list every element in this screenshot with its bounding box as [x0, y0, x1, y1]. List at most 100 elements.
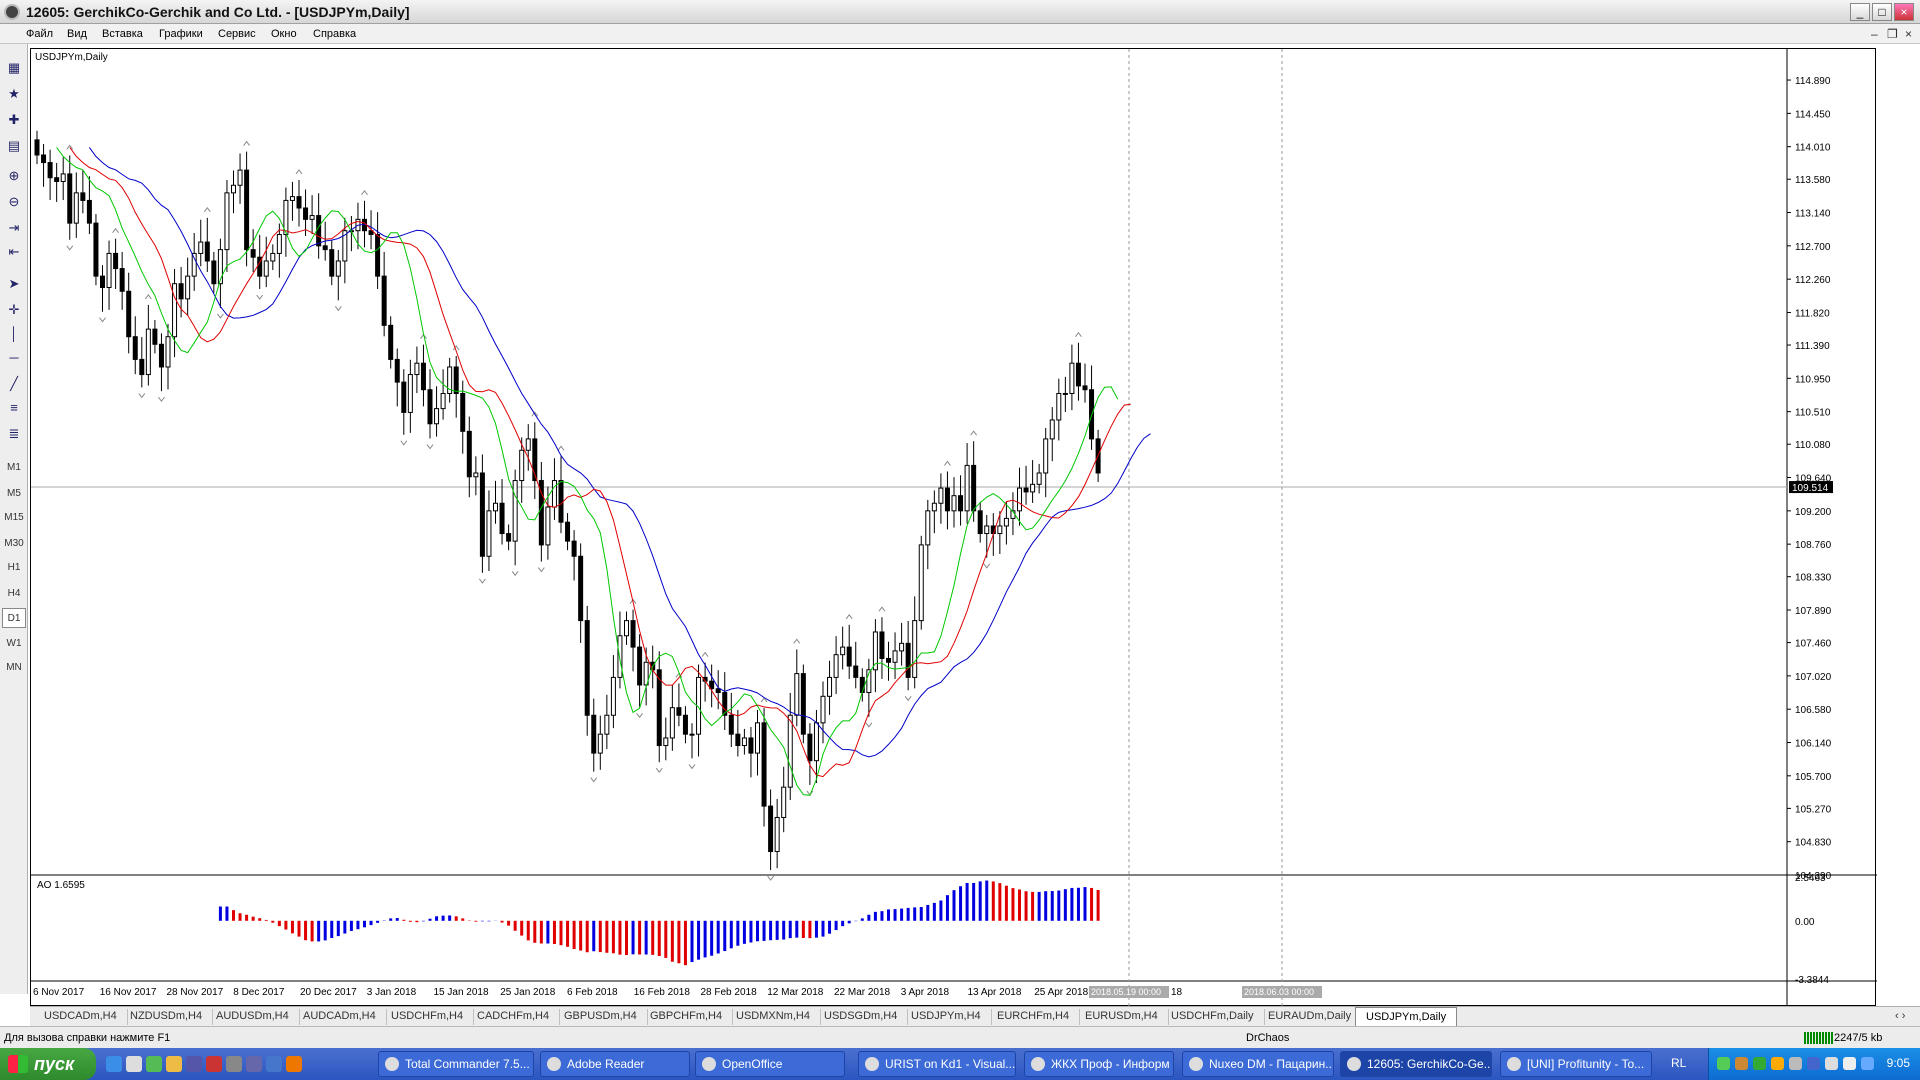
menu-file[interactable]: Файл — [26, 28, 53, 40]
menu-insert[interactable]: Вставка — [102, 28, 143, 40]
tray-icon-2[interactable] — [1735, 1057, 1748, 1070]
tray-icon-5[interactable] — [1789, 1057, 1802, 1070]
chart-shift-icon[interactable]: ⇤ — [4, 242, 24, 262]
quicklaunch-tool-icon[interactable] — [226, 1056, 242, 1072]
candle-body — [54, 177, 60, 182]
timeframe-h4[interactable]: H4 — [2, 584, 26, 604]
chart-tab[interactable]: EURCHFm,H4 — [987, 1009, 1081, 1025]
chart-tab[interactable]: AUDCADm,H4 — [293, 1009, 387, 1025]
vline-date-suffix: 18 — [1171, 987, 1183, 998]
vertical-line-icon[interactable]: │ — [4, 324, 24, 344]
zoom-out-icon[interactable]: ⊖ — [4, 192, 24, 212]
chart-tab[interactable]: NZDUSDm,H4 — [120, 1009, 214, 1025]
taskbar-button[interactable]: Total Commander 7.5... — [378, 1051, 534, 1077]
chart-tab[interactable]: USDCHFm,H4 — [381, 1009, 475, 1025]
quicklaunch-app2-icon[interactable] — [246, 1056, 262, 1072]
chart-tab[interactable]: CADCHFm,H4 — [467, 1009, 561, 1025]
menu-tools[interactable]: Сервис — [218, 28, 256, 40]
minimize-button[interactable]: _ — [1850, 3, 1870, 21]
timeframe-h1[interactable]: H1 — [2, 558, 26, 578]
crosshair-icon[interactable]: ✛ — [4, 300, 24, 320]
timeframe-m30[interactable]: M30 — [2, 534, 26, 554]
timeframe-m1[interactable]: M1 — [2, 458, 26, 478]
chart-tab[interactable]: GBPCHFm,H4 — [640, 1009, 734, 1025]
mdi-close-icon[interactable]: × — [1905, 27, 1912, 41]
maximize-button[interactable]: □ — [1872, 3, 1892, 21]
candle-body — [768, 805, 774, 853]
ao-tick-label: 0.00 — [1795, 917, 1815, 928]
taskbar-button[interactable]: ЖКХ Проф - Информ © — [1024, 1051, 1174, 1077]
taskbar-button[interactable]: Adobe Reader — [540, 1051, 690, 1077]
quicklaunch-app-icon[interactable] — [146, 1056, 162, 1072]
quicklaunch-save-icon[interactable] — [186, 1056, 202, 1072]
chart-window[interactable]: 114.890 114.450 114.010 113.580 113.140 112.7… — [30, 48, 1877, 1007]
menu-charts[interactable]: Графики — [159, 28, 203, 40]
chart-tab[interactable]: GBPUSDm,H4 — [554, 1009, 648, 1025]
chart-canvas[interactable]: 114.890 114.450 114.010 113.580 113.140 112.7… — [31, 49, 1877, 1007]
taskbar-button[interactable]: Nuxeo DM - Пацарин... — [1182, 1051, 1334, 1077]
tray-icon-7[interactable] — [1825, 1057, 1838, 1070]
taskbar-button[interactable]: OpenOffice — [695, 1051, 845, 1077]
candle-body — [964, 464, 970, 512]
timeframe-d1[interactable]: D1 — [2, 608, 26, 628]
candle-body — [1036, 472, 1042, 485]
menu-window[interactable]: Окно — [271, 28, 297, 40]
quicklaunch-pdf-icon[interactable] — [206, 1056, 222, 1072]
candle-body — [479, 472, 485, 557]
menu-help[interactable]: Справка — [313, 28, 356, 40]
profiles-icon[interactable]: ★ — [4, 84, 24, 104]
tab-scroll-arrows[interactable]: ‹ › — [1885, 1009, 1915, 1025]
cursor-icon[interactable]: ➤ — [4, 274, 24, 294]
candle-body — [152, 328, 158, 345]
chart-tab[interactable]: EURAUDm,Daily — [1258, 1009, 1363, 1025]
speaker-icon[interactable] — [1843, 1057, 1856, 1070]
navigator-icon[interactable]: ▤ — [4, 136, 24, 156]
fibonacci-icon[interactable]: ≣ — [4, 424, 24, 444]
candle-body — [859, 676, 865, 694]
channel-icon[interactable]: ≡ — [4, 398, 24, 418]
menu-view[interactable]: Вид — [67, 28, 87, 40]
chart-tab[interactable]: USDJPYm,H4 — [901, 1009, 992, 1025]
quicklaunch-folder-icon[interactable] — [166, 1056, 182, 1072]
tray-icon-4[interactable] — [1771, 1057, 1784, 1070]
quicklaunch-ie-icon[interactable] — [106, 1056, 122, 1072]
chart-tab[interactable]: AUDUSDm,H4 — [206, 1009, 300, 1025]
autoscroll-icon[interactable]: ⇥ — [4, 218, 24, 238]
language-indicator[interactable]: RL — [1671, 1056, 1686, 1070]
taskbar-button[interactable]: 12605: GerchikCo-Ge... — [1340, 1051, 1492, 1077]
new-chart-icon[interactable]: ▦ — [4, 58, 24, 78]
taskbar-button[interactable]: [UNI] Profitunity - To... — [1500, 1051, 1652, 1077]
quicklaunch-firefox-icon[interactable] — [286, 1056, 302, 1072]
mdi-minimize-icon[interactable]: – — [1871, 27, 1878, 41]
tray-icon-6[interactable] — [1807, 1057, 1820, 1070]
candle-body — [597, 733, 603, 754]
timeframe-m5[interactable]: M5 — [2, 484, 26, 504]
horizontal-line-icon[interactable]: ─ — [4, 348, 24, 368]
start-button[interactable]: пуск — [0, 1048, 96, 1080]
candle-body — [886, 657, 891, 663]
zoom-in-icon[interactable]: ⊕ — [4, 166, 24, 186]
fractal-down-marker — [66, 245, 74, 251]
fractal-down-marker — [138, 393, 146, 399]
chart-tab[interactable]: USDCADm,H4 — [34, 1009, 128, 1025]
taskbar-button[interactable]: URIST on Kd1 - Visual... — [858, 1051, 1016, 1077]
tray-icon-1[interactable] — [1717, 1057, 1730, 1070]
chart-tab[interactable]: USDMXNm,H4 — [726, 1009, 821, 1025]
fractal-down-marker — [688, 764, 696, 770]
quicklaunch-app3-icon[interactable] — [266, 1056, 282, 1072]
quicklaunch-desktop-icon[interactable] — [126, 1056, 142, 1072]
timeframe-mn[interactable]: MN — [2, 658, 26, 678]
chart-tab[interactable]: EURUSDm,H4 — [1075, 1009, 1169, 1025]
close-button[interactable]: × — [1894, 3, 1914, 21]
chart-tab[interactable]: USDCHFm,Daily — [1161, 1009, 1265, 1025]
chart-tab[interactable]: USDJPYm,Daily — [1355, 1007, 1458, 1027]
task-label: OpenOffice — [722, 1057, 783, 1071]
network-icon[interactable] — [1861, 1057, 1874, 1070]
mdi-restore-icon[interactable]: ❐ — [1887, 27, 1898, 41]
trendline-icon[interactable]: ╱ — [4, 374, 24, 394]
timeframe-m15[interactable]: M15 — [2, 508, 26, 528]
timeframe-w1[interactable]: W1 — [2, 634, 26, 654]
chart-tab[interactable]: USDSGDm,H4 — [814, 1009, 909, 1025]
tray-icon-3[interactable] — [1753, 1057, 1766, 1070]
add-chart-icon[interactable]: ✚ — [4, 110, 24, 130]
